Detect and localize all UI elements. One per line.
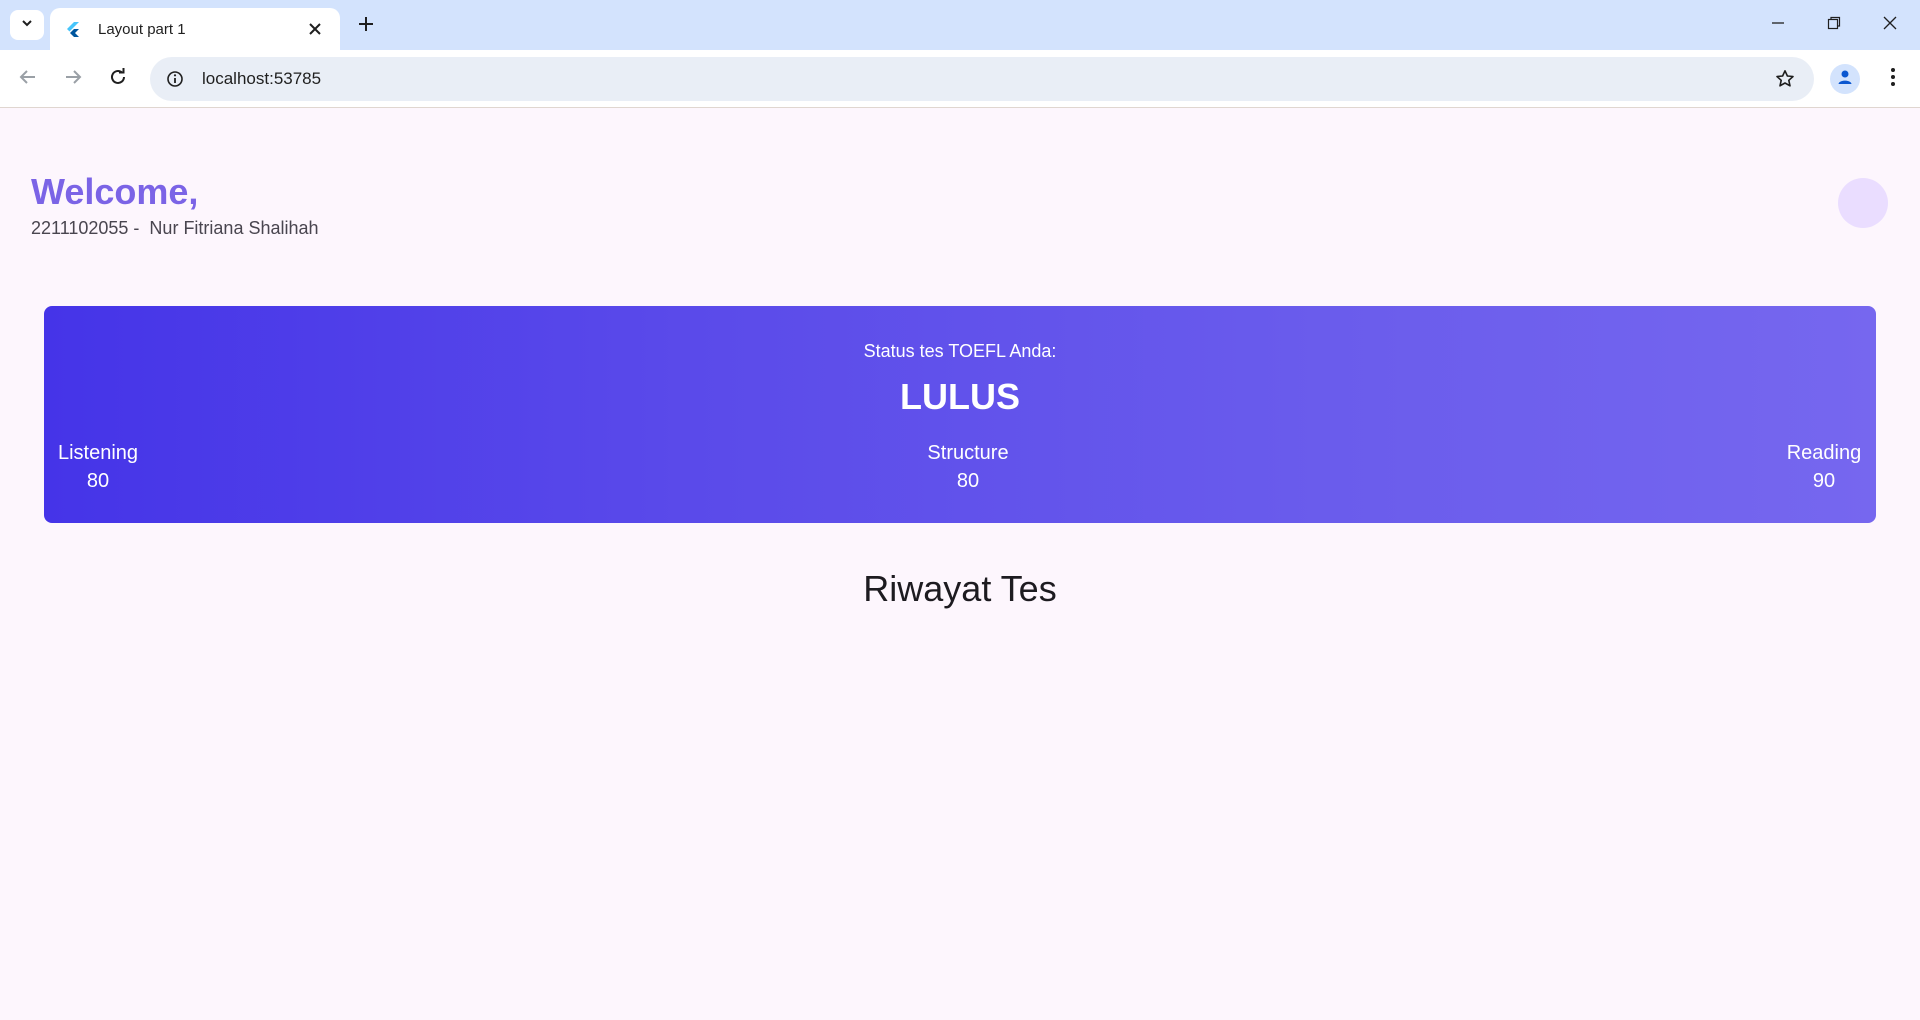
minimize-icon	[1771, 16, 1785, 35]
score-value: 90	[1812, 470, 1836, 492]
score-reading: Reading 90	[1784, 440, 1864, 496]
tab-title: Layout part 1	[98, 20, 186, 38]
score-name: Listening	[57, 442, 139, 464]
status-label: Status tes TOEFL Anda:	[863, 341, 1057, 361]
history-heading: Riwayat Tes	[863, 568, 1057, 609]
tab-strip: Layout part 1	[0, 0, 1920, 50]
person-icon	[1836, 68, 1854, 91]
toefl-status-card: Status tes TOEFL Anda: LULUS Listening 8…	[44, 306, 1876, 523]
arrow-right-icon	[64, 68, 82, 91]
close-icon[interactable]	[304, 18, 326, 40]
score-value: 80	[86, 470, 110, 492]
address-bar[interactable]: localhost:53785	[150, 57, 1814, 101]
score-structure: Structure 80	[918, 440, 1018, 496]
new-tab-button[interactable]	[352, 12, 380, 40]
score-value: 80	[956, 470, 980, 492]
score-name: Structure	[927, 442, 1009, 464]
forward-button[interactable]	[57, 63, 89, 95]
tab-search-button[interactable]	[10, 10, 44, 40]
browser-toolbar: localhost:53785	[0, 50, 1920, 108]
user-id-name: 2211102055 - Nur Fitriana Shalihah	[31, 218, 319, 238]
app-page: Welcome, 2211102055 - Nur Fitriana Shali…	[0, 109, 1920, 1020]
kebab-menu-icon	[1890, 67, 1896, 92]
chevron-down-icon	[20, 16, 34, 35]
avatar[interactable]	[1838, 178, 1888, 228]
url-text[interactable]: localhost:53785	[202, 69, 1770, 89]
close-window-button[interactable]	[1862, 0, 1918, 50]
info-icon[interactable]	[164, 68, 186, 90]
profile-button[interactable]	[1830, 64, 1860, 94]
restore-button[interactable]	[1806, 0, 1862, 50]
arrow-left-icon	[19, 68, 37, 91]
plus-icon	[358, 16, 374, 37]
minimize-button[interactable]	[1750, 0, 1806, 50]
score-listening: Listening 80	[56, 440, 140, 496]
flutter-icon	[64, 20, 82, 38]
welcome-heading: Welcome,	[31, 171, 199, 212]
reload-icon	[109, 67, 127, 91]
close-icon	[1883, 16, 1897, 35]
star-icon[interactable]	[1770, 64, 1800, 94]
restore-icon	[1827, 16, 1841, 35]
reload-button[interactable]	[102, 63, 134, 95]
back-button[interactable]	[12, 63, 44, 95]
browser-tab[interactable]: Layout part 1	[50, 8, 340, 50]
score-name: Reading	[1786, 442, 1862, 464]
status-value: LULUS	[900, 376, 1020, 417]
browser-menu-button[interactable]	[1878, 64, 1908, 94]
